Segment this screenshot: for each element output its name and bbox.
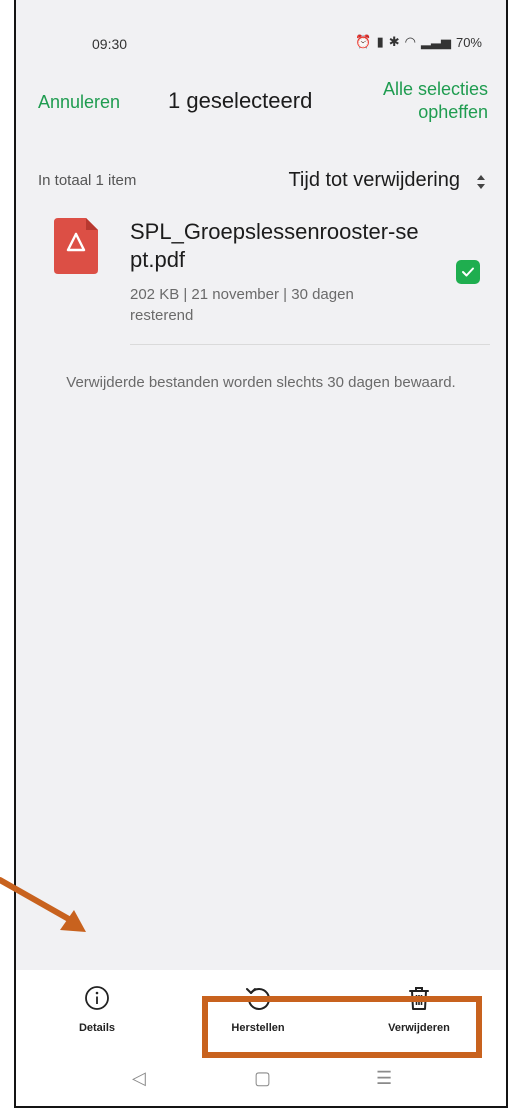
battery-level: 70% [455,34,482,50]
back-nav-button[interactable]: ◁ [132,1068,146,1089]
bluetooth-icon: ✱ [388,34,400,49]
pdf-icon [54,218,98,274]
status-bar: 09:30 ⏰ ▮ ✱ ◠ ▂▃▅ 70% [16,28,506,54]
cancel-button[interactable]: Annuleren [38,92,120,113]
info-icon [85,986,109,1010]
sort-button[interactable]: Tijd tot verwijdering [288,169,460,192]
details-label: Details [78,1022,116,1034]
file-meta: 202 KB | 21 november | 30 dagen resteren… [130,286,354,324]
item-count: In totaal 1 item [38,172,137,189]
retention-note: Verwijderde bestanden worden slechts 30 … [66,374,456,391]
selection-header: Annuleren 1 geselecteerd Alle selecties … [16,74,506,134]
vibrate-icon: ▮ [376,34,384,49]
selected-checkbox[interactable] [456,260,480,284]
annotation-arrow-icon [0,877,86,932]
selection-title: 1 geselecteerd [168,88,313,113]
list-item[interactable]: SPL_Groepslessenrooster-sept.pdf 202 KB … [16,212,506,352]
wifi-icon: ◠ [404,34,416,49]
list-info-row: In totaal 1 item Tijd tot verwijdering [16,168,506,194]
details-button[interactable]: Details [42,984,152,1034]
file-name: SPL_Groepslessenrooster-sept.pdf [130,219,419,272]
system-nav-bar: ◁ ▢ ☰ [16,1050,506,1106]
deselect-all-button[interactable]: Alle selecties opheffen [338,78,488,124]
recents-nav-button[interactable]: ☰ [376,1068,392,1089]
annotation-highlight-box [202,996,482,1058]
status-icons: ⏰ ▮ ✱ ◠ ▂▃▅ 70% [355,34,482,50]
sort-arrows-icon[interactable] [474,172,488,192]
item-divider [130,344,490,345]
status-time: 09:30 [92,36,128,52]
alarm-icon: ⏰ [355,34,372,49]
checkmark-icon [462,267,474,277]
home-nav-button[interactable]: ▢ [254,1068,271,1089]
signal-icon: ▂▃▅ [420,34,451,49]
